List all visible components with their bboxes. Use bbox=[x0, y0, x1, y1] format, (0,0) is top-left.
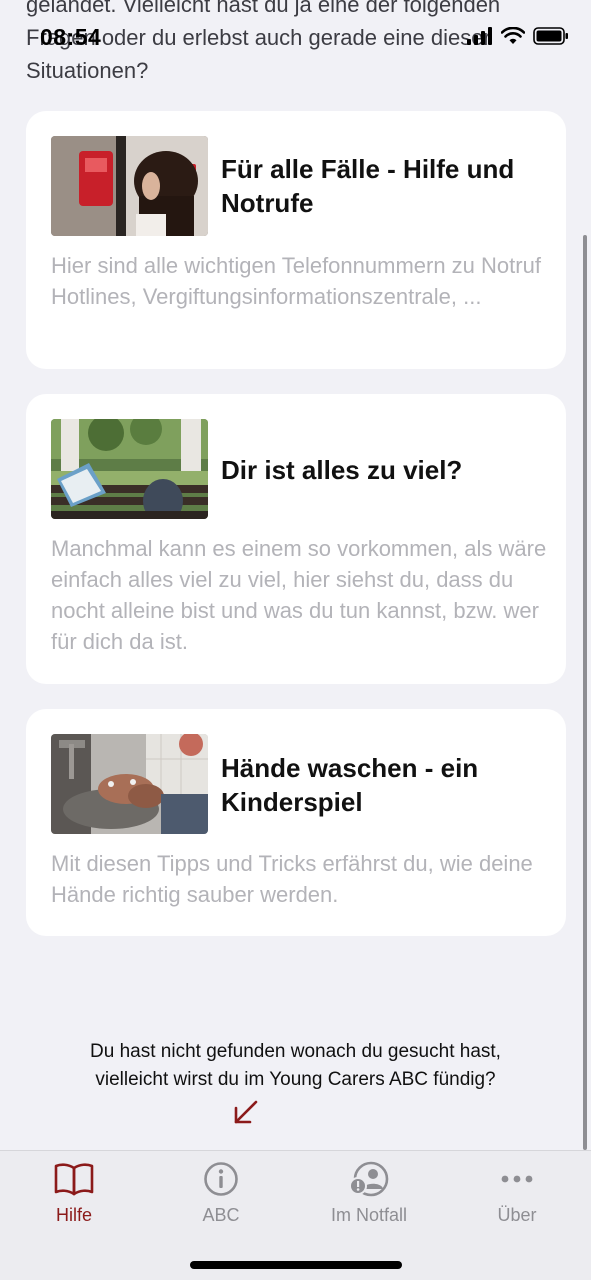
card-hand-washing[interactable]: Hände waschen - ein Kinderspiel Mit dies… bbox=[26, 709, 566, 936]
card-too-much[interactable]: Dir ist alles zu viel? Manchmal kann es … bbox=[26, 394, 566, 684]
card-description: Manchmal kann es einem so vorkommen, als… bbox=[51, 536, 547, 654]
card-description: Mit diesen Tipps und Tricks erfährst du,… bbox=[51, 851, 533, 907]
tab-abc[interactable]: ABC bbox=[161, 1159, 281, 1226]
battery-icon bbox=[533, 27, 568, 45]
more-icon bbox=[501, 1175, 533, 1183]
emergency-person-icon bbox=[349, 1161, 389, 1197]
card-description: Hier sind alle wichtigen Telefonnummern … bbox=[51, 253, 541, 309]
signal-icon bbox=[467, 27, 492, 45]
info-icon bbox=[204, 1162, 238, 1196]
home-indicator[interactable] bbox=[190, 1261, 402, 1269]
tab-im-notfall[interactable]: Im Notfall bbox=[309, 1159, 429, 1226]
scrollbar[interactable] bbox=[583, 235, 587, 1150]
abc-hint-text: Du hast nicht gefunden wonach du gesucht… bbox=[0, 1038, 591, 1094]
card-image-hands bbox=[51, 734, 208, 834]
tab-label: Über bbox=[497, 1205, 537, 1225]
tab-ueber[interactable]: Über bbox=[457, 1159, 577, 1226]
abc-hint-line2: vielleicht wirst du im Young Carers ABC … bbox=[95, 1069, 496, 1090]
abc-hint-line1: Du hast nicht gefunden wonach du gesucht… bbox=[90, 1041, 501, 1062]
card-image-phone bbox=[51, 136, 208, 236]
book-icon bbox=[54, 1163, 94, 1196]
tab-label: Hilfe bbox=[55, 1205, 92, 1225]
tab-label: ABC bbox=[202, 1205, 240, 1225]
card-title: Hände waschen - ein Kinderspiel bbox=[221, 753, 479, 817]
status-icons bbox=[467, 27, 569, 45]
status-bar: 08:54 bbox=[0, 0, 591, 60]
card-title: Dir ist alles zu viel? bbox=[221, 455, 463, 485]
card-image-park bbox=[51, 419, 208, 519]
wifi-icon bbox=[501, 27, 525, 44]
arrow-down-left-icon[interactable] bbox=[230, 1098, 260, 1128]
status-time: 08:54 bbox=[40, 24, 102, 50]
tab-hilfe[interactable]: Hilfe bbox=[14, 1159, 134, 1226]
card-title: Für alle Fälle - Hilfe und Notrufe bbox=[221, 154, 515, 218]
card-emergency-numbers[interactable]: Für alle Fälle - Hilfe und Notrufe Hier … bbox=[26, 111, 566, 369]
tab-label: Im Notfall bbox=[330, 1205, 408, 1225]
